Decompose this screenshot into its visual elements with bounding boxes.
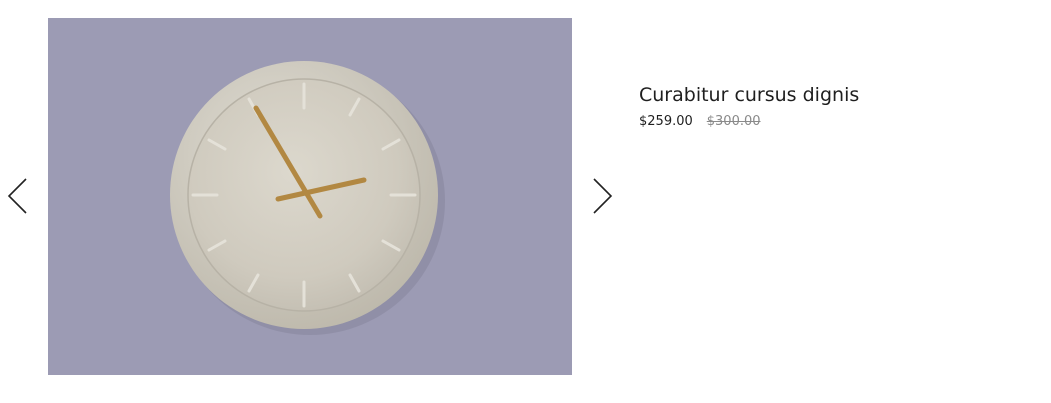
sale-price: $259.00 xyxy=(639,114,693,129)
compare-price: $300.00 xyxy=(706,114,761,129)
product-title[interactable]: Curabitur cursus dignis xyxy=(639,84,859,106)
carousel-next-button[interactable] xyxy=(591,176,615,216)
price-row: $259.00 $300.00 xyxy=(639,114,859,129)
product-image[interactable] xyxy=(48,18,572,375)
chevron-right-icon xyxy=(593,178,613,214)
product-info: Curabitur cursus dignis $259.00 $300.00 xyxy=(639,84,859,129)
wall-clock-image xyxy=(170,61,445,335)
product-carousel: Curabitur cursus dignis $259.00 $300.00 xyxy=(0,0,1051,403)
chevron-left-icon xyxy=(7,178,27,214)
carousel-prev-button[interactable] xyxy=(5,176,29,216)
